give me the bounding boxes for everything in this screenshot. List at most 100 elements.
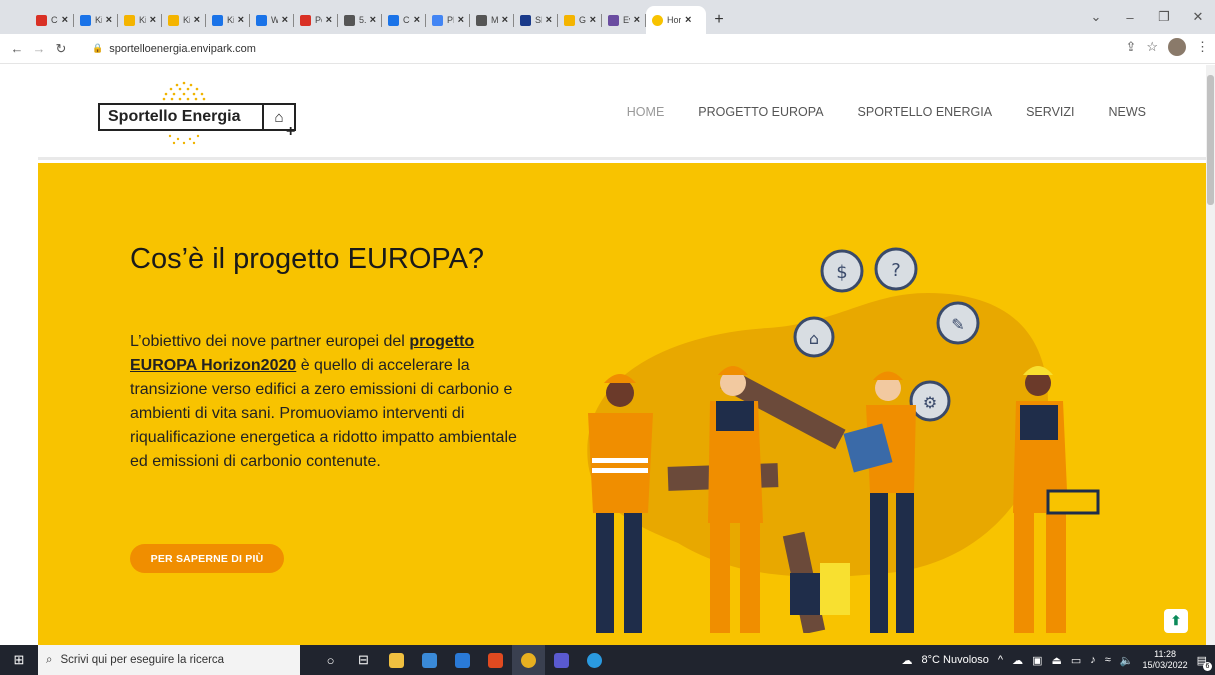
office-icon[interactable]: [479, 645, 512, 675]
scroll-to-top-button[interactable]: ⬆: [1164, 609, 1188, 633]
plus-icon: +: [286, 123, 296, 140]
page-scrollbar[interactable]: [1206, 65, 1215, 645]
back-button[interactable]: ←: [8, 41, 26, 56]
taskbar-search[interactable]: ⌕ Scrivi qui per eseguire la ricerca: [38, 645, 300, 675]
browser-tab[interactable]: Kick ×: [162, 6, 206, 34]
browser-tab[interactable]: My ×: [470, 6, 514, 34]
microphone-icon[interactable]: ♪: [1090, 654, 1096, 666]
taskbar-search-placeholder: Scrivi qui per eseguire la ricerca: [60, 654, 225, 666]
windows-taskbar: ⊞ ⌕ Scrivi qui per eseguire la ricerca ○…: [0, 645, 1215, 675]
file-explorer-icon[interactable]: [380, 645, 413, 675]
tab-close-icon[interactable]: ×: [326, 14, 332, 26]
browser-tab-active[interactable]: Hor ×: [646, 6, 706, 34]
tab-close-icon[interactable]: ×: [634, 14, 640, 26]
battery-icon[interactable]: ▭: [1071, 654, 1081, 667]
task-view-icon[interactable]: ⊟: [347, 645, 380, 675]
store-icon[interactable]: [413, 645, 446, 675]
nav-item-sportello-energia[interactable]: SPORTELLO ENERGIA: [858, 105, 993, 119]
tab-close-icon[interactable]: ×: [106, 14, 112, 26]
weather-icon: ☁: [901, 654, 913, 667]
close-window-button[interactable]: ✕: [1181, 9, 1215, 25]
browser-tab[interactable]: Kick ×: [74, 6, 118, 34]
nav-item-news[interactable]: NEWS: [1109, 105, 1147, 119]
nav-item-progetto-europa[interactable]: PROGETTO EUROPA: [698, 105, 823, 119]
nav-item-servizi[interactable]: SERVIZI: [1026, 105, 1074, 119]
weather-text[interactable]: 8°C Nuvoloso: [922, 654, 989, 666]
tab-close-icon[interactable]: ×: [238, 14, 244, 26]
wifi-icon[interactable]: ≈: [1105, 654, 1111, 666]
nav-item-home[interactable]: HOME: [627, 105, 665, 119]
address-bar: ← → ↻ 🔒 sportelloenergia.envipark.com ⇪ …: [0, 34, 1215, 64]
site-logo[interactable]: Sportello Energia ⌂ +: [98, 79, 298, 151]
restore-button[interactable]: ❐: [1147, 9, 1181, 25]
share-icon[interactable]: ⇪: [1125, 39, 1136, 55]
browser-tab-bar: Cor×Kick×Kick×Kick×Kick×WP×Pos×5.L×Cor×P…: [0, 0, 1215, 34]
browser-tab[interactable]: Kick ×: [206, 6, 250, 34]
browser-tab[interactable]: 5.L ×: [338, 6, 382, 34]
minimize-button[interactable]: –: [1113, 10, 1147, 25]
reload-button[interactable]: ↻: [52, 41, 70, 57]
address-bar-actions: ⇪ ☆ ⋮: [1125, 38, 1209, 56]
tray-expand-icon[interactable]: ^: [998, 654, 1003, 666]
learn-more-button[interactable]: PER SAPERNE DI PIÙ: [130, 544, 284, 573]
tab-close-icon[interactable]: ×: [62, 14, 68, 26]
browser-tab[interactable]: WP ×: [250, 6, 294, 34]
tab-close-icon[interactable]: ×: [194, 14, 200, 26]
tab-close-icon[interactable]: ×: [370, 14, 376, 26]
browser-tab[interactable]: Eva ×: [602, 6, 646, 34]
notification-center-icon[interactable]: ▤ 6: [1197, 654, 1212, 671]
tab-close-icon[interactable]: ×: [685, 14, 691, 26]
main-nav: HOME PROGETTO EUROPA SPORTELLO ENERGIA S…: [627, 105, 1146, 119]
browser-tab[interactable]: PEE ×: [426, 6, 470, 34]
clock[interactable]: 11:28 15/03/2022: [1143, 649, 1188, 671]
skype-icon[interactable]: [578, 645, 611, 675]
browser-tab[interactable]: Kick ×: [118, 6, 162, 34]
svg-text:?: ?: [891, 260, 901, 281]
start-button[interactable]: ⊞: [0, 652, 38, 668]
tab-search-icon[interactable]: ⌄: [1079, 9, 1113, 25]
taskbar-apps: ○ ⊟: [314, 645, 611, 675]
tab-close-icon[interactable]: ×: [458, 14, 464, 26]
tab-close-icon[interactable]: ×: [150, 14, 156, 26]
forward-button[interactable]: →: [30, 41, 48, 56]
volume-icon[interactable]: 🔈: [1120, 654, 1134, 667]
bookmark-star-icon[interactable]: ☆: [1146, 39, 1158, 55]
tab-close-icon[interactable]: ×: [546, 14, 552, 26]
browser-tab[interactable]: Cor ×: [382, 6, 426, 34]
lock-icon: 🔒: [92, 43, 104, 53]
logo-box: Sportello Energia ⌂: [98, 103, 296, 131]
usb-icon[interactable]: ⏏: [1051, 654, 1061, 667]
tab-favicon: [80, 14, 91, 26]
browser-tab[interactable]: Pos ×: [294, 6, 338, 34]
onedrive-icon[interactable]: ☁: [1012, 654, 1023, 667]
browser-tab[interactable]: SEP ×: [514, 6, 558, 34]
mail-icon[interactable]: [446, 645, 479, 675]
tab-close-icon[interactable]: ×: [590, 14, 596, 26]
tab-title: Cor: [403, 15, 410, 25]
hero-title: Cos’è il progetto EUROPA?: [130, 243, 485, 275]
tab-close-icon[interactable]: ×: [282, 14, 288, 26]
menu-icon[interactable]: ⋮: [1196, 39, 1209, 55]
tab-close-icon[interactable]: ×: [502, 14, 508, 26]
tray-app-icon[interactable]: ▣: [1032, 654, 1042, 667]
tab-favicon: [168, 14, 179, 26]
new-tab-button[interactable]: +: [706, 6, 732, 34]
url-field[interactable]: 🔒 sportelloenergia.envipark.com: [82, 38, 1182, 60]
tab-title: SEP: [535, 15, 542, 25]
logo-text: Sportello Energia: [100, 105, 264, 129]
profile-avatar[interactable]: [1168, 38, 1186, 56]
tab-favicon: [388, 14, 399, 26]
cortana-icon[interactable]: ○: [314, 645, 347, 675]
browser-tab[interactable]: Cor ×: [30, 6, 74, 34]
tab-favicon: [520, 14, 531, 26]
browser-tab[interactable]: Goo ×: [558, 6, 602, 34]
chrome-icon[interactable]: [512, 645, 545, 675]
tab-strip: Cor×Kick×Kick×Kick×Kick×WP×Pos×5.L×Cor×P…: [30, 6, 646, 34]
window-controls: ⌄ – ❐ ✕: [1079, 0, 1215, 34]
scrollbar-thumb[interactable]: [1207, 75, 1214, 205]
clock-date: 15/03/2022: [1142, 660, 1188, 670]
tab-title: Pos: [315, 15, 322, 25]
tab-close-icon[interactable]: ×: [414, 14, 420, 26]
tab-favicon: [476, 14, 487, 26]
teams-icon[interactable]: [545, 645, 578, 675]
